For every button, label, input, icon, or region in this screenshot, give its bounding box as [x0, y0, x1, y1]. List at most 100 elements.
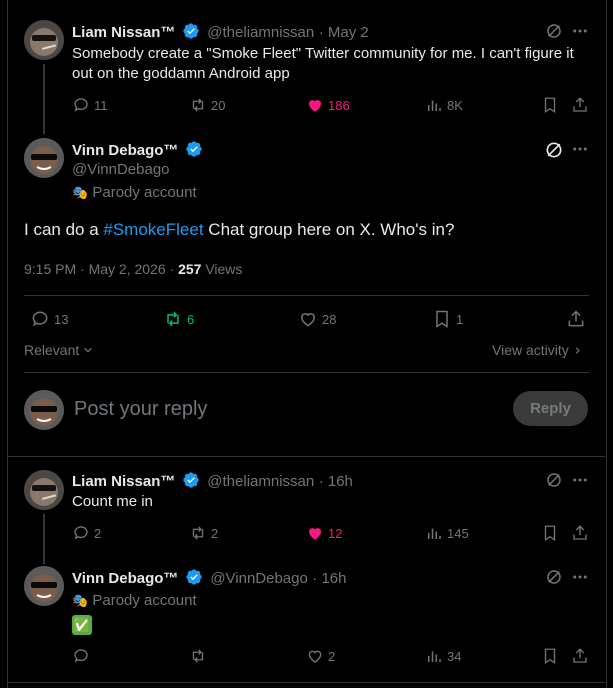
heart-filled-icon: [309, 100, 321, 112]
like-action[interactable]: 186: [306, 96, 350, 114]
parody-label-row: 🎭 Parody account: [72, 184, 197, 201]
divider: [8, 682, 605, 683]
chevron-right-icon: [575, 347, 580, 354]
share-icon[interactable]: [571, 96, 589, 114]
post-text-prefix: I can do a: [24, 220, 104, 239]
divider: [24, 372, 589, 373]
reply-icon: [74, 526, 88, 540]
repost-action[interactable]: [189, 647, 207, 665]
views-action[interactable]: 34: [425, 647, 461, 665]
reply-action[interactable]: 11: [72, 96, 108, 114]
share-icon[interactable]: [571, 647, 589, 665]
reply-icon: [74, 649, 88, 663]
reply-action[interactable]: 2: [72, 524, 101, 542]
repost-action[interactable]: 6: [163, 309, 194, 329]
bookmark-action[interactable]: 1: [432, 309, 463, 329]
bookmark-count: 1: [456, 311, 464, 327]
post-time[interactable]: · 16h: [319, 473, 353, 490]
view-activity-link[interactable]: View activity: [492, 342, 582, 358]
relevant-sort-dropdown[interactable]: Relevant: [24, 342, 93, 358]
repost-action[interactable]: 20: [189, 96, 225, 114]
avatar-vinn[interactable]: [24, 566, 64, 606]
author-handle[interactable]: @VinnDebago: [72, 161, 170, 178]
reply-action[interactable]: 13: [30, 309, 68, 329]
author-name[interactable]: Vinn Debago™: [72, 570, 178, 587]
post-text-line1: Somebody create a "Smoke Fleet" Twitter …: [72, 45, 574, 62]
views-count: 8K: [447, 97, 463, 113]
author-name[interactable]: Liam Nissan™: [72, 24, 175, 41]
thread-line: [43, 514, 45, 564]
bookmark-icon[interactable]: [541, 647, 559, 665]
avatar-liam[interactable]: [24, 20, 64, 60]
divider: [8, 456, 605, 457]
post-time[interactable]: · May 2: [319, 24, 369, 41]
like-action[interactable]: 12: [306, 524, 342, 542]
more-icon[interactable]: [571, 140, 589, 158]
chevron-down-icon: [84, 347, 92, 353]
verified-badge-icon: [186, 141, 202, 157]
heart-icon: [308, 650, 322, 663]
share-icon[interactable]: [566, 309, 586, 329]
heart-icon: [300, 313, 316, 327]
repost-count: 2: [211, 525, 219, 541]
reply-action[interactable]: [72, 647, 90, 665]
reply-count: 11: [94, 97, 108, 113]
verified-badge-icon: [183, 472, 199, 488]
like-count: 2: [328, 648, 336, 664]
parody-mask-icon: 🎭: [72, 593, 89, 608]
more-icon[interactable]: [571, 568, 589, 586]
avatar-liam[interactable]: [24, 470, 64, 510]
thread-line: [43, 64, 45, 134]
post-timestamp[interactable]: 9:15 PM · May 2, 2026 ·: [24, 261, 178, 277]
like-action[interactable]: 2: [306, 647, 335, 665]
views-icon: [428, 651, 441, 662]
reply-count: 2: [94, 525, 102, 541]
more-icon[interactable]: [571, 22, 589, 40]
author-handle[interactable]: @VinnDebago: [210, 570, 308, 587]
repost-icon: [192, 526, 204, 540]
views-action[interactable]: 145: [425, 524, 469, 542]
views-action[interactable]: 8K: [425, 96, 463, 114]
parody-mask-icon: 🎭: [72, 185, 89, 200]
views-count: 257: [178, 261, 202, 277]
share-icon[interactable]: [571, 524, 589, 542]
post-time[interactable]: · 16h: [312, 570, 346, 587]
repost-count: 20: [211, 97, 226, 113]
hashtag-link[interactable]: #SmokeFleet: [103, 220, 203, 239]
reply-icon: [32, 311, 48, 327]
verified-badge-icon: [186, 569, 202, 585]
post-timestamp-row: 9:15 PM · May 2, 2026 · 257 Views: [24, 261, 242, 277]
bookmark-icon[interactable]: [541, 96, 559, 114]
reply-icon: [74, 98, 88, 112]
grok-icon[interactable]: [544, 140, 564, 160]
author-handle[interactable]: @theliamnissan: [207, 24, 314, 41]
avatar-self[interactable]: [24, 390, 64, 430]
like-count: 28: [322, 311, 337, 327]
more-icon[interactable]: [571, 471, 589, 489]
repost-action[interactable]: 2: [189, 524, 218, 542]
main-post-text: I can do a #SmokeFleet Chat group here o…: [24, 219, 454, 241]
repost-count: 6: [187, 311, 195, 327]
bookmark-icon[interactable]: [541, 524, 559, 542]
views-count: 145: [447, 525, 469, 541]
verified-badge-icon: [183, 23, 199, 39]
grok-icon[interactable]: [545, 22, 563, 40]
reply-button[interactable]: Reply: [513, 391, 588, 426]
like-action[interactable]: 28: [298, 309, 336, 329]
parody-label: Parody account: [92, 592, 197, 609]
like-count: 12: [328, 525, 343, 541]
parody-label: Parody account: [92, 184, 197, 201]
repost-icon: [167, 311, 179, 327]
grok-icon[interactable]: [545, 471, 563, 489]
author-name[interactable]: Liam Nissan™: [72, 473, 175, 490]
author-handle[interactable]: @theliamnissan: [207, 473, 314, 490]
reply-input[interactable]: Post your reply: [74, 398, 207, 421]
post-text-suffix: Chat group here on X. Who's in?: [203, 220, 455, 239]
avatar-vinn[interactable]: [24, 138, 64, 178]
bookmark-icon: [436, 310, 448, 328]
views-count: 34: [447, 648, 462, 664]
author-name[interactable]: Vinn Debago™: [72, 142, 178, 159]
relevant-label: Relevant: [24, 342, 80, 358]
repost-icon: [192, 649, 204, 663]
grok-icon[interactable]: [545, 568, 563, 586]
